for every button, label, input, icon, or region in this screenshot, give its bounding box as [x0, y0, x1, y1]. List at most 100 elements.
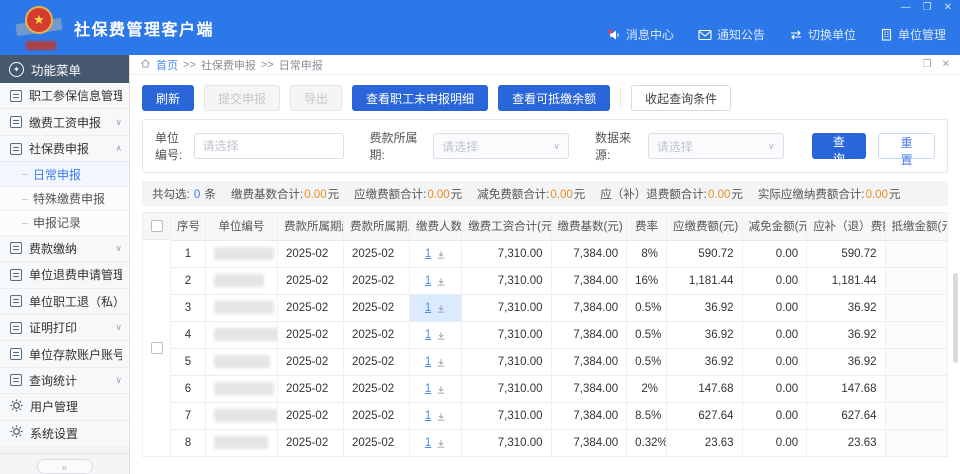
download-icon[interactable] — [436, 413, 446, 425]
sidebar-item-unit-refund-application[interactable]: 单位退费申请管理 — [0, 262, 129, 288]
breadcrumb: 首页 >> 社保费申报 >> 日常申报 ❐ ✕ — [130, 55, 960, 75]
cell-period-start: 2025-02 — [278, 402, 344, 429]
sidebar-item-query-statistics[interactable]: 查询统计 ∨ — [0, 368, 129, 394]
search-button[interactable]: 查 询 — [812, 133, 867, 159]
sidebar-item-user-management[interactable]: 用户管理 — [0, 394, 129, 420]
cell-people-count: 1 — [409, 267, 461, 294]
emblem-caption — [26, 41, 56, 50]
download-icon[interactable] — [436, 386, 446, 398]
table-row: 8 2025-02 2025-02 1 7,310.00 7,384.00 0.… — [171, 429, 947, 456]
cell-salary-total: 7,310.00 — [462, 429, 551, 456]
cell-salary-total: 7,310.00 — [462, 375, 551, 402]
col-period-start[interactable]: 费款所属期起 — [278, 213, 344, 240]
group-checkbox[interactable] — [151, 342, 163, 354]
download-icon[interactable] — [436, 440, 446, 452]
breadcrumb-item[interactable]: 日常申报 — [279, 57, 323, 73]
breadcrumb-home[interactable]: 首页 — [156, 57, 178, 73]
table-row: 6 2025-02 2025-02 1 7,310.00 7,384.00 2%… — [171, 375, 947, 402]
cell-payable: 23.63 — [666, 429, 742, 456]
summary-bar: 共勾选: 0 条 缴费基数合计:0.00元应缴费额合计:0.00元减免费额合计:… — [142, 181, 948, 206]
refresh-button[interactable]: 刷新 — [142, 85, 194, 111]
switch-unit-button[interactable]: 切换单位 — [789, 26, 856, 43]
cell-seq: 7 — [171, 402, 205, 429]
cell-rate: 16% — [627, 267, 667, 294]
download-icon[interactable] — [436, 305, 446, 317]
message-center-button[interactable]: 消息中心 — [607, 26, 674, 43]
close-icon[interactable]: ✕ — [944, 1, 952, 15]
fee-period-select[interactable]: 请选择 ∨ — [433, 133, 569, 159]
table-row: 2 2025-02 2025-02 1 7,310.00 7,384.00 16… — [171, 267, 947, 294]
reset-button[interactable]: 重 置 — [878, 133, 935, 159]
redacted-unit-code — [214, 355, 270, 368]
cell-period-end: 2025-02 — [343, 375, 409, 402]
collapse-filters-button[interactable]: 收起查询条件 — [631, 85, 731, 111]
summary-stat: 应（补）退费额合计:0.00元 — [600, 186, 743, 202]
view-undeclared-button[interactable]: 查看职工未申报明细 — [352, 85, 488, 111]
cell-salary-total: 7,310.00 — [462, 321, 551, 348]
submit-declaration-button[interactable]: 提交申报 — [204, 85, 280, 111]
export-button[interactable]: 导出 — [290, 85, 342, 111]
sidebar-item-social-insurance-declaration[interactable]: 社保费申报 ∧ — [0, 136, 129, 162]
cell-deduction: 0.00 — [742, 240, 807, 267]
redacted-unit-code — [214, 247, 274, 260]
people-count-link[interactable]: 1 — [425, 302, 431, 314]
building-icon — [880, 28, 893, 41]
window-controls: — ❐ ✕ — [901, 1, 952, 15]
people-count-link[interactable]: 1 — [425, 248, 431, 260]
people-count-link[interactable]: 1 — [425, 329, 431, 341]
col-unit-code: 单位编号 — [205, 213, 277, 240]
close-tab-icon[interactable]: ✕ — [942, 59, 950, 70]
cell-deduction: 0.00 — [742, 267, 807, 294]
sidebar-item-fee-payment[interactable]: 费款缴纳 ∨ — [0, 236, 129, 262]
col-payable: 应缴费额(元) — [666, 213, 742, 240]
sidebar-item-salary-declaration[interactable]: 缴费工资申报 ∨ — [0, 109, 129, 135]
cell-seq: 1 — [171, 240, 205, 267]
sidebar-subitem-declaration-records[interactable]: 申报记录 — [0, 211, 129, 235]
sidebar-item-employee-refund-application[interactable]: 单位职工退（私）费申请管理 — [0, 289, 129, 315]
header-checkbox-cell — [143, 213, 170, 240]
cell-unit-code — [205, 429, 277, 456]
select-all-checkbox[interactable] — [151, 220, 163, 232]
toolbar-divider — [620, 87, 621, 109]
cell-payable: 36.92 — [666, 348, 742, 375]
table-header-row: 序号 单位编号 费款所属期起 费款所属期止 缴费人数 缴费工资合计(元) 缴费基… — [171, 213, 947, 240]
view-offset-balance-button[interactable]: 查看可抵缴余额 — [498, 85, 610, 111]
download-icon[interactable] — [436, 359, 446, 371]
people-count-link[interactable]: 1 — [425, 437, 431, 449]
cell-unit-code — [205, 348, 277, 375]
col-seq: 序号 — [171, 213, 205, 240]
sidebar-subitem-special-payment-declaration[interactable]: 特殊缴费申报 — [0, 187, 129, 211]
col-base: 缴费基数(元) — [551, 213, 627, 240]
home-icon — [140, 58, 151, 72]
restore-tab-icon[interactable]: ❐ — [923, 59, 932, 70]
sidebar-subitem-daily-declaration[interactable]: 日常申报 — [0, 162, 129, 186]
download-icon[interactable] — [436, 278, 446, 290]
sidebar-item-certificate-printing[interactable]: 证明打印 ∨ — [0, 315, 129, 341]
sidebar-item-system-settings[interactable]: 系统设置 — [0, 421, 129, 447]
sidebar-collapse-button[interactable]: « — [37, 459, 93, 474]
people-count-link[interactable]: 1 — [425, 275, 431, 287]
cell-period-start: 2025-02 — [278, 267, 344, 294]
people-count-link[interactable]: 1 — [425, 356, 431, 368]
table-row: 4 2025-02 2025-02 1 7,310.00 7,384.00 0.… — [171, 321, 947, 348]
sidebar-item-deposit-account-management[interactable]: 单位存款账户账号管理 — [0, 341, 129, 367]
scrollbar-thumb[interactable] — [953, 273, 958, 363]
download-icon[interactable] — [436, 332, 446, 344]
minimize-icon[interactable]: — — [901, 1, 911, 15]
cell-payable: 627.64 — [666, 402, 742, 429]
people-count-link[interactable]: 1 — [425, 383, 431, 395]
notice-button[interactable]: 通知公告 — [698, 26, 765, 43]
summary-stat: 减免费额合计:0.00元 — [477, 186, 585, 202]
sidebar-header-label: 功能菜单 — [31, 60, 81, 79]
redacted-unit-code — [214, 409, 278, 422]
people-count-link[interactable]: 1 — [425, 410, 431, 422]
cell-deduction: 0.00 — [742, 402, 807, 429]
cell-base: 7,384.00 — [551, 402, 627, 429]
breadcrumb-item[interactable]: 社保费申报 — [201, 57, 256, 73]
unit-management-button[interactable]: 单位管理 — [880, 26, 946, 43]
unit-code-input[interactable] — [194, 133, 344, 159]
table-row: 7 2025-02 2025-02 1 7,310.00 7,384.00 8.… — [171, 402, 947, 429]
download-icon[interactable] — [436, 251, 446, 263]
data-source-select[interactable]: 请选择 ∨ — [648, 133, 784, 159]
maximize-icon[interactable]: ❐ — [923, 1, 932, 15]
